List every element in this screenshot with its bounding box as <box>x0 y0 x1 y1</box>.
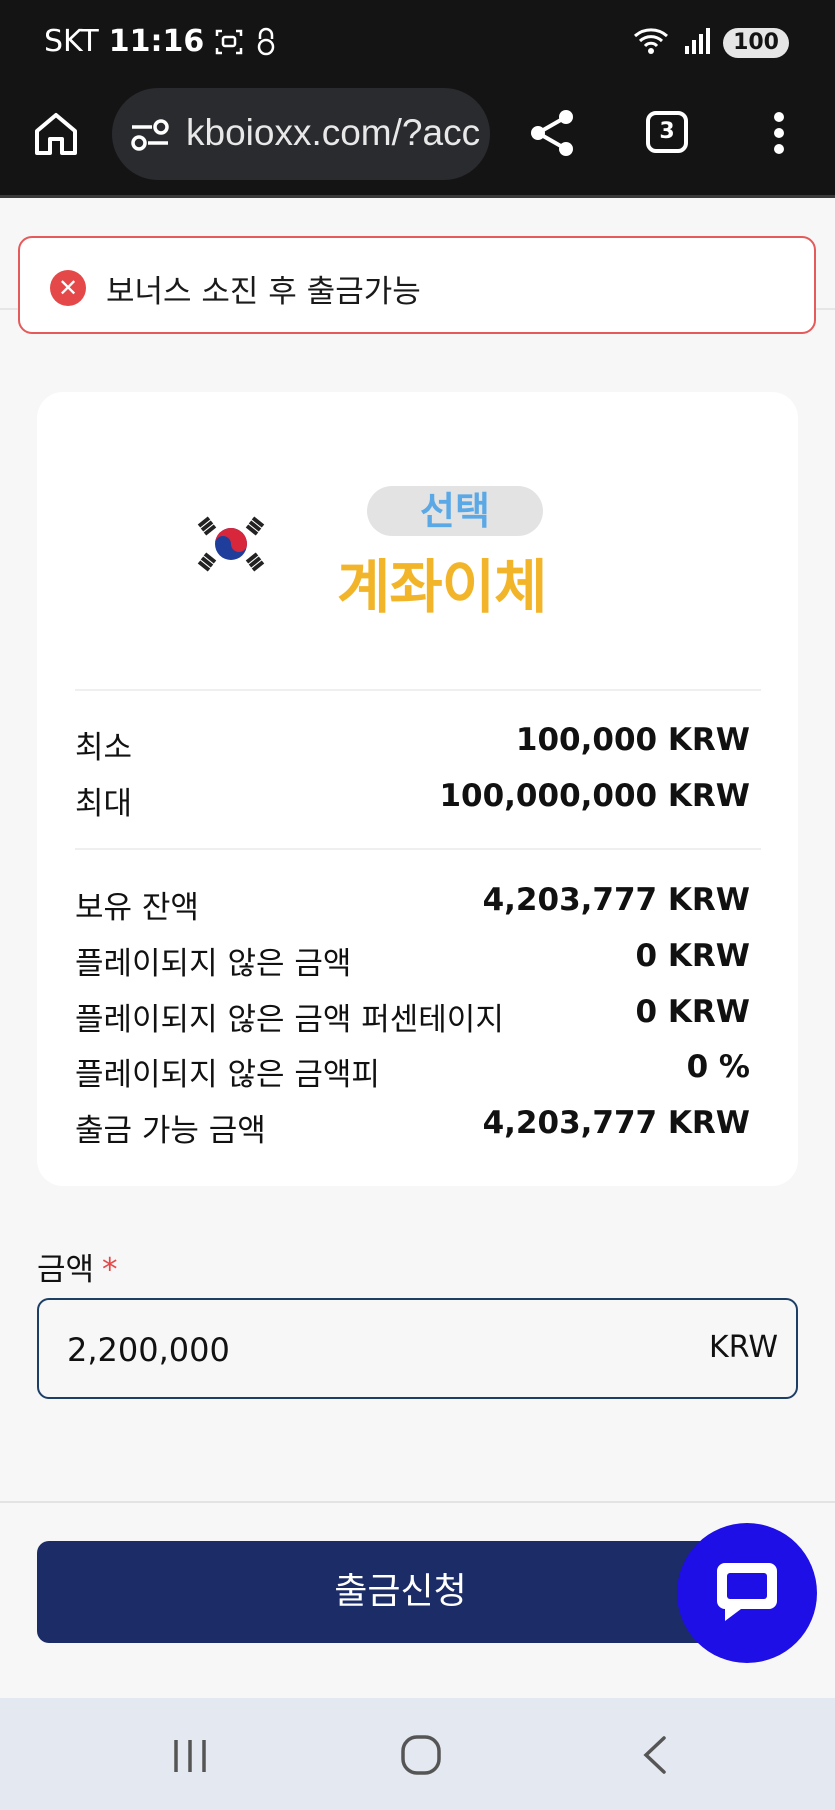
amount-label: 금액 * <box>37 1244 118 1289</box>
browser-toolbar: kboioxx.com/?acc 3 <box>0 85 835 198</box>
row-label: 플레이되지 않은 금액 퍼센테이지 <box>75 1002 504 1038</box>
amount-unit: KRW <box>709 1330 778 1365</box>
bonus-alert: ✕ 보너스 소진 후 출금가능 <box>18 236 816 334</box>
home-icon[interactable] <box>32 109 80 157</box>
balance-row-unplayed: 플레이되지 않은 금액 0 KRW <box>75 938 750 982</box>
row-value: 100,000 KRW <box>515 722 750 758</box>
error-icon: ✕ <box>50 270 86 306</box>
korea-flag-icon <box>195 514 267 574</box>
row-value: 0 KRW <box>635 938 750 974</box>
row-value: 100,000,000 KRW <box>439 778 750 814</box>
url-bar[interactable]: kboioxx.com/?acc <box>112 88 490 180</box>
carrier-label: SKT <box>44 24 99 59</box>
required-marker: * <box>102 1252 118 1288</box>
system-nav-bar <box>0 1698 835 1810</box>
row-value: 0 % <box>686 1049 750 1085</box>
home-nav-icon[interactable] <box>400 1734 442 1776</box>
limit-row-max: 최대 100,000,000 KRW <box>75 778 750 822</box>
more-menu-icon[interactable] <box>772 111 786 155</box>
footer-divider <box>0 1501 835 1503</box>
balance-row-held: 보유 잔액 4,203,777 KRW <box>75 882 750 926</box>
selected-badge: 선택 <box>367 486 547 536</box>
tab-switcher-button[interactable]: 3 <box>646 111 688 153</box>
withdraw-submit-button[interactable]: 출금신청 <box>37 1541 764 1643</box>
status-bar: SKT 11:16 100 <box>0 0 835 85</box>
badge-label: 선택 <box>420 489 490 533</box>
screenshot-icon <box>214 27 244 57</box>
card-divider <box>75 848 761 850</box>
limit-row-min: 최소 100,000 KRW <box>75 722 750 766</box>
amount-label-text: 금액 <box>37 1252 95 1288</box>
alert-message: 보너스 소진 후 출금가능 <box>106 274 421 310</box>
row-value: 4,203,777 KRW <box>482 882 750 918</box>
balance-row-unplayed-fee: 플레이되지 않은 금액피 0 % <box>75 1049 750 1093</box>
row-label: 플레이되지 않은 금액 <box>75 946 352 982</box>
row-label: 보유 잔액 <box>75 890 199 926</box>
withdrawal-info-card: 선택 계좌이체 최소 100,000 KRW 최대 100,000,000 KR… <box>37 392 798 1186</box>
amount-input[interactable] <box>67 1328 627 1372</box>
battery-indicator: 100 <box>723 28 789 58</box>
recent-apps-icon[interactable] <box>170 1736 210 1776</box>
wifi-icon <box>633 26 671 60</box>
row-label: 최대 <box>75 786 133 822</box>
clock: 11:16 <box>108 24 205 59</box>
url-text: kboioxx.com/?acc <box>186 112 481 153</box>
back-nav-icon[interactable] <box>640 1734 670 1776</box>
row-value: 4,203,777 KRW <box>482 1105 750 1141</box>
balance-row-withdrawable: 출금 가능 금액 4,203,777 KRW <box>75 1105 750 1149</box>
chat-button[interactable] <box>677 1523 817 1663</box>
row-label: 최소 <box>75 730 133 766</box>
card-divider <box>75 689 761 691</box>
site-settings-icon[interactable] <box>130 118 170 152</box>
row-label: 플레이되지 않은 금액피 <box>75 1057 380 1093</box>
chat-icon <box>717 1563 777 1621</box>
method-title: 계좌이체 <box>337 553 547 621</box>
signal-icon <box>683 26 711 60</box>
row-label: 출금 가능 금액 <box>75 1113 266 1149</box>
lock-icon <box>254 27 284 57</box>
amount-field[interactable]: KRW <box>37 1298 798 1399</box>
row-value: 0 KRW <box>635 994 750 1030</box>
balance-row-unplayed-percent: 플레이되지 않은 금액 퍼센테이지 0 KRW <box>75 994 750 1038</box>
share-icon[interactable] <box>528 108 576 158</box>
